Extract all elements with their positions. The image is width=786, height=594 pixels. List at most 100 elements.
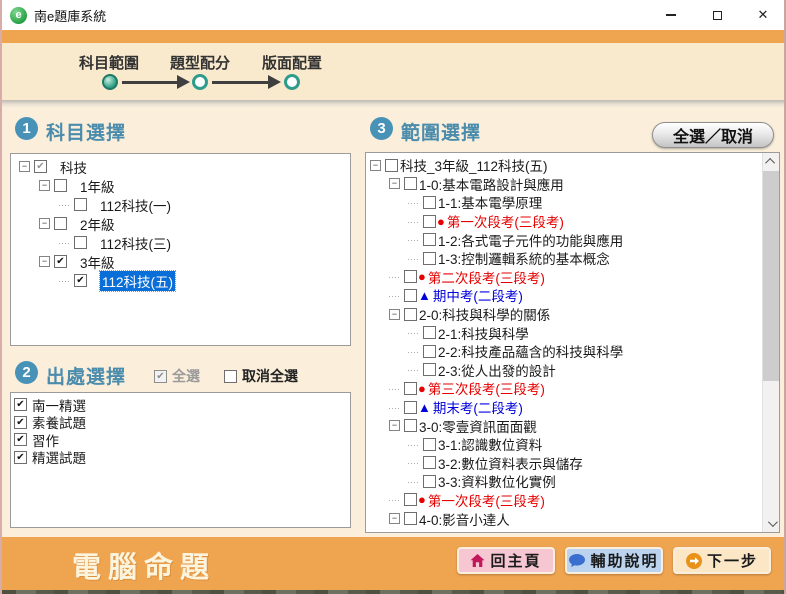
checkbox[interactable]: ✔	[14, 451, 27, 464]
tree-item[interactable]: ●第三次段考(三段考)	[366, 379, 763, 398]
tree-indent	[366, 388, 389, 389]
checkbox[interactable]	[404, 401, 417, 414]
checkbox[interactable]: ✔	[14, 416, 27, 429]
checkbox[interactable]	[404, 289, 417, 302]
tree-item[interactable]: −1年級	[11, 176, 350, 195]
tree-item[interactable]: 112科技(三)	[11, 233, 350, 252]
tree-item[interactable]: ▲期末考(二段考)	[366, 398, 763, 417]
expander-minus-icon[interactable]: −	[389, 513, 400, 524]
checkbox[interactable]	[404, 512, 417, 525]
tree-indent	[366, 202, 408, 203]
checkbox[interactable]	[423, 363, 436, 376]
checkbox[interactable]	[404, 419, 417, 432]
deselect-all-checkbox[interactable]: 取消全選	[224, 366, 298, 386]
maximize-button[interactable]	[694, 0, 740, 30]
tree-item[interactable]: 3-1:認識數位資料	[366, 435, 763, 454]
expander-minus-icon[interactable]: −	[39, 180, 50, 191]
toggle-all-button[interactable]: 全選／取消	[652, 122, 774, 148]
tree-item[interactable]: −2-0:科技與科學的關係	[366, 305, 763, 324]
tree-item[interactable]: −✔3年級	[11, 252, 350, 271]
next-step-button[interactable]: 下一步	[673, 547, 771, 574]
subject-tree-panel: −✔科技−1年級112科技(一)−2年級112科技(三)−✔3年級✔112科技(…	[10, 153, 351, 346]
tree-item[interactable]: ▲期中考(二段考)	[366, 286, 763, 305]
scroll-up-icon[interactable]	[763, 153, 780, 170]
checkbox[interactable]	[404, 493, 417, 506]
tree-item[interactable]: 1-2:各式電子元件的功能與應用	[366, 230, 763, 249]
checkbox[interactable]	[385, 159, 398, 172]
checkbox[interactable]	[423, 233, 436, 246]
scroll-down-icon[interactable]	[763, 515, 780, 532]
tree-connector-icon	[59, 274, 70, 287]
tree-item[interactable]: 2-2:科技產品蘊含的科技與科學	[366, 342, 763, 361]
expander-minus-icon[interactable]: −	[389, 309, 400, 320]
source-item[interactable]: ✔習作	[11, 431, 350, 449]
tree-item[interactable]: ✔112科技(五)	[11, 271, 350, 290]
checkbox[interactable]: ✔	[74, 274, 87, 287]
tree-connector-icon	[408, 345, 419, 358]
checkbox[interactable]	[404, 308, 417, 321]
tree-item[interactable]: −1-0:基本電路設計與應用	[366, 175, 763, 194]
tree-item[interactable]: −✔科技	[11, 157, 350, 176]
tree-item[interactable]: ●第一次段考(三段考)	[366, 212, 763, 231]
tree-item[interactable]: 3-3:資料數位化實例	[366, 472, 763, 491]
section-3-badge: 3	[370, 117, 393, 140]
checkbox[interactable]	[74, 236, 87, 249]
expander-minus-icon[interactable]: −	[389, 178, 400, 189]
scrollbar-thumb[interactable]	[763, 171, 780, 381]
checkbox[interactable]	[404, 270, 417, 283]
tree-indent	[11, 280, 59, 281]
source-item[interactable]: ✔南一精選	[11, 396, 350, 414]
help-button[interactable]: 輔助說明	[565, 547, 663, 574]
checkbox[interactable]	[74, 198, 87, 211]
tree-indent	[366, 276, 389, 277]
checkbox[interactable]	[404, 382, 417, 395]
close-button[interactable]: ✕	[740, 0, 786, 30]
checkbox[interactable]: ✔	[54, 255, 67, 268]
tree-indent	[11, 185, 39, 186]
minimize-button[interactable]	[648, 0, 694, 30]
tree-item-label: 1-2:各式電子元件的功能與應用	[438, 230, 623, 250]
checkbox[interactable]	[423, 196, 436, 209]
expander-minus-icon[interactable]: −	[370, 160, 381, 171]
tree-item[interactable]: ●第一次段考(三段考)	[366, 491, 763, 510]
window-title: 南e題庫系統	[34, 6, 106, 25]
tree-item[interactable]: −科技_3年級_112科技(五)	[366, 156, 763, 175]
tree-indent	[366, 444, 408, 445]
expander-minus-icon[interactable]: −	[389, 420, 400, 431]
source-item[interactable]: ✔精選試題	[11, 449, 350, 467]
checkbox[interactable]	[423, 345, 436, 358]
source-list-panel: ✔南一精選✔素養試題✔習作✔精選試題	[10, 392, 351, 528]
checkbox[interactable]: ✔	[34, 160, 47, 173]
tree-item[interactable]: 1-1:基本電學原理	[366, 193, 763, 212]
checkbox[interactable]	[423, 475, 436, 488]
tree-item[interactable]: 2-3:從人出發的設計	[366, 361, 763, 380]
checkbox[interactable]: ✔	[14, 433, 27, 446]
home-button[interactable]: 回主頁	[457, 547, 555, 574]
expander-minus-icon[interactable]: −	[39, 256, 50, 267]
tree-item[interactable]: 112科技(一)	[11, 195, 350, 214]
section-2-badge: 2	[15, 361, 38, 384]
tree-item[interactable]: 1-3:控制邏輯系統的基本概念	[366, 249, 763, 268]
checkbox[interactable]	[54, 179, 67, 192]
select-all-checkbox[interactable]: ✔ 全選	[154, 366, 200, 386]
checkbox	[224, 370, 237, 383]
tree-item[interactable]: 3-2:數位資料表示與儲存	[366, 454, 763, 473]
checkbox[interactable]	[423, 252, 436, 265]
scrollbar[interactable]	[762, 153, 779, 532]
checkbox[interactable]	[423, 456, 436, 469]
tree-item[interactable]: −3-0:零壹資訊面面觀	[366, 416, 763, 435]
expander-minus-icon[interactable]: −	[19, 161, 30, 172]
checkbox[interactable]	[423, 326, 436, 339]
checkbox[interactable]	[54, 217, 67, 230]
checkbox[interactable]	[423, 215, 436, 228]
tree-item[interactable]: ●第二次段考(三段考)	[366, 268, 763, 287]
source-item[interactable]: ✔素養試題	[11, 414, 350, 432]
checkbox[interactable]	[423, 438, 436, 451]
tree-item[interactable]: −4-0:影音小達人	[366, 509, 763, 528]
expander-minus-icon[interactable]: −	[39, 218, 50, 229]
tree-item[interactable]: −2年級	[11, 214, 350, 233]
tree-indent	[366, 239, 408, 240]
checkbox[interactable]	[404, 177, 417, 190]
checkbox[interactable]: ✔	[14, 398, 27, 411]
tree-item[interactable]: 2-1:科技與科學	[366, 323, 763, 342]
